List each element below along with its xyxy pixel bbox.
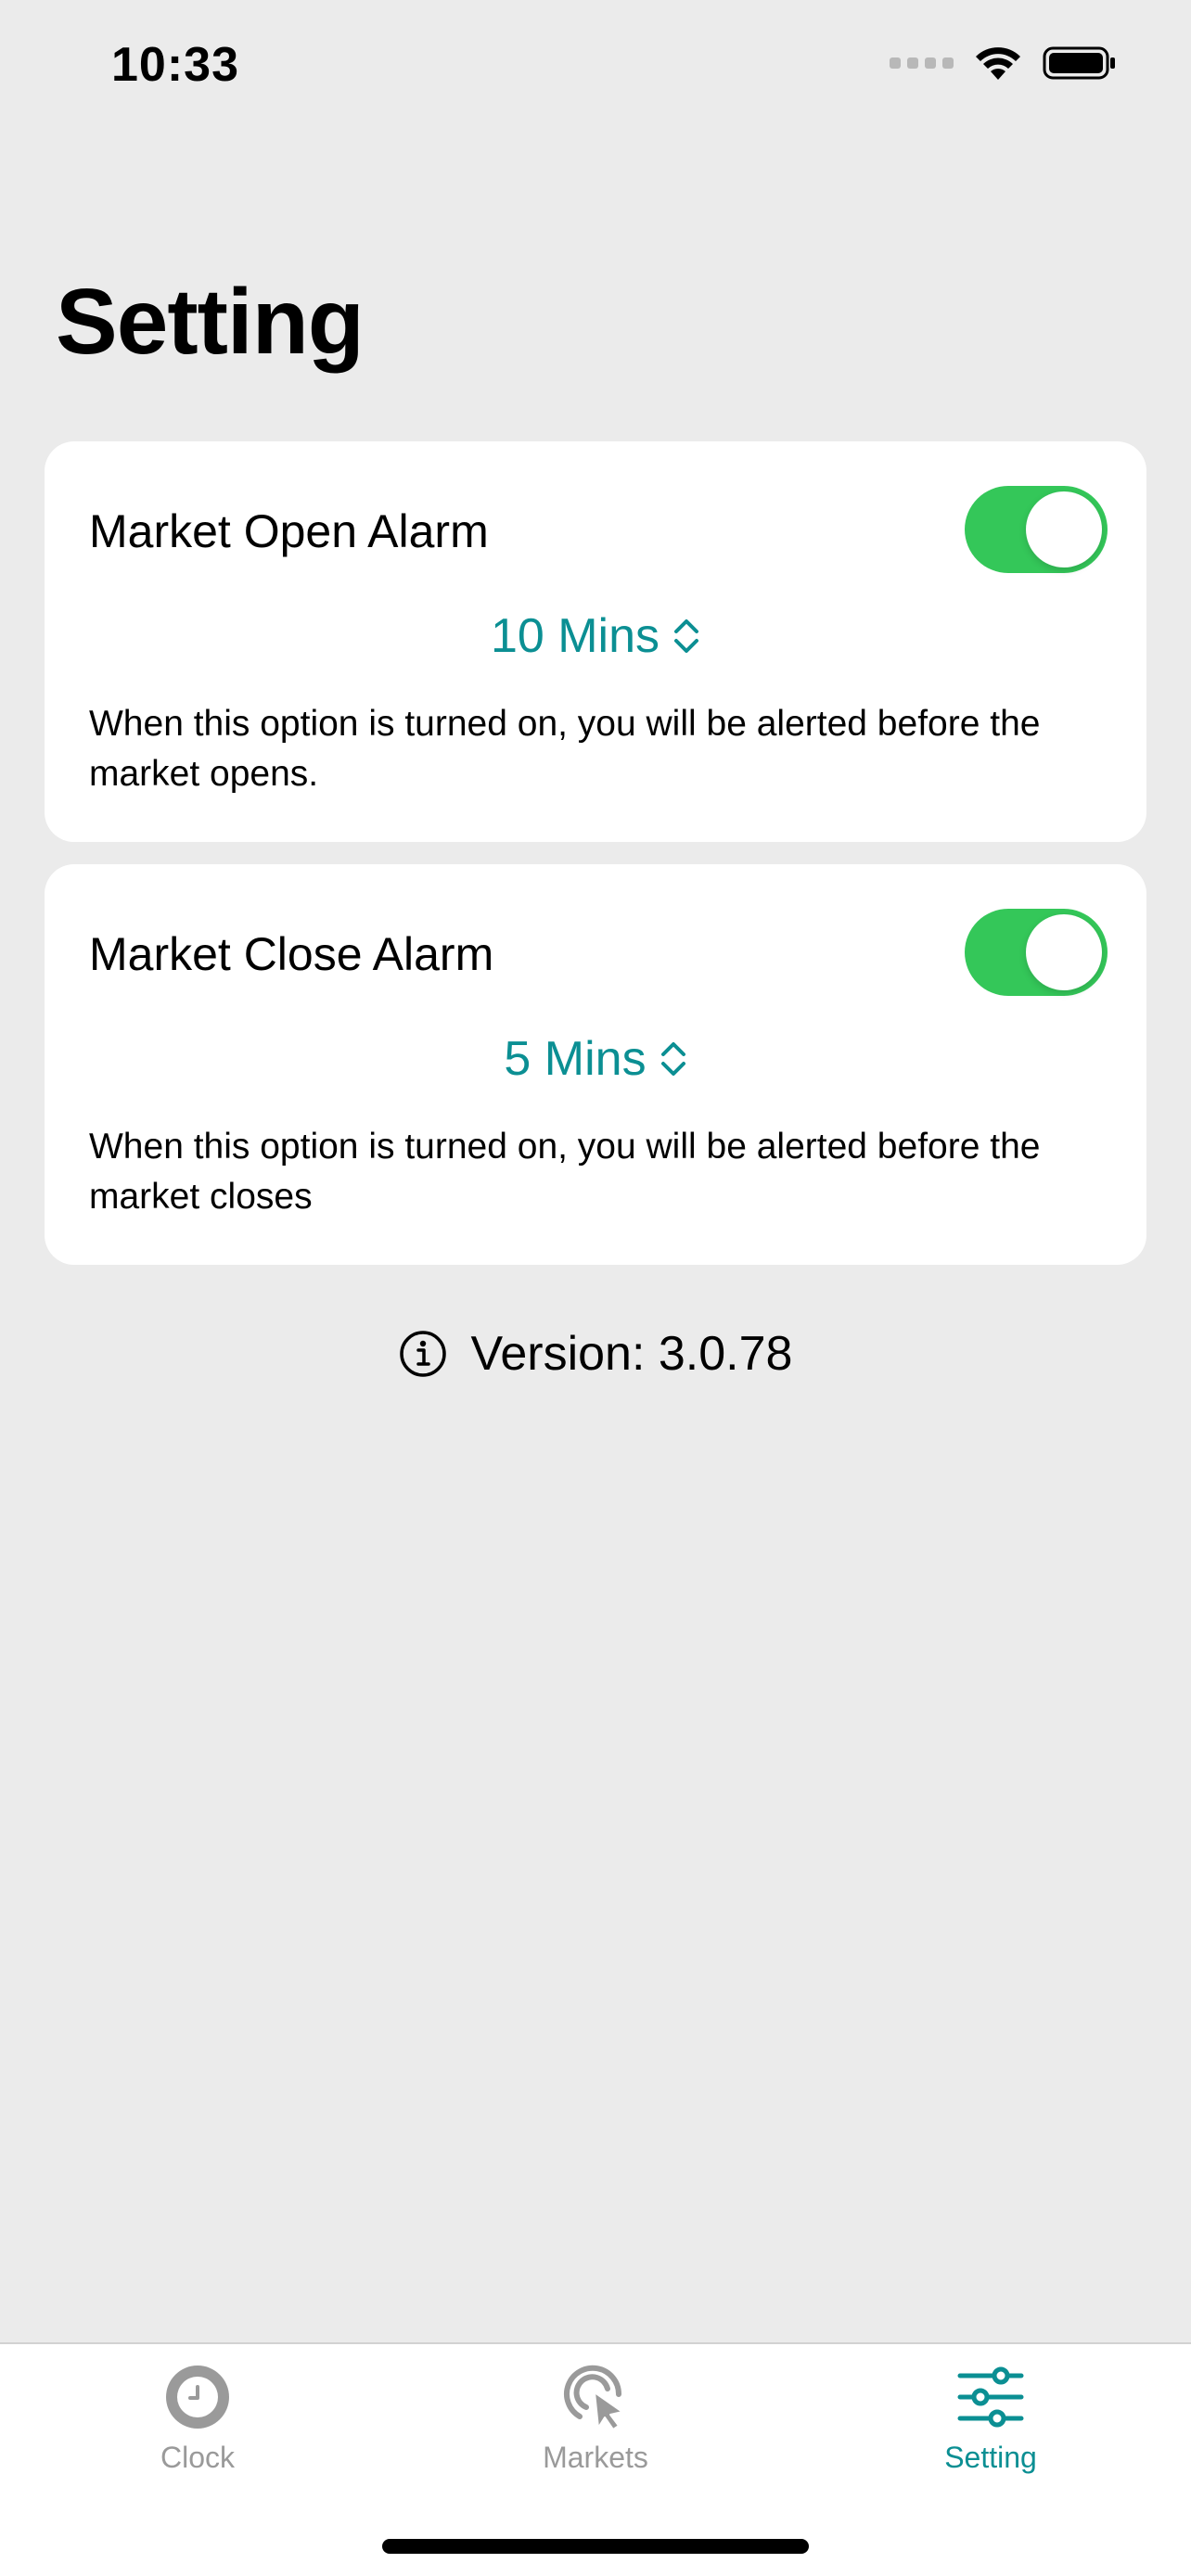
market-open-alarm-picker[interactable]: 10 Mins bbox=[45, 608, 1146, 664]
market-open-alarm-description: When this option is turned on, you will … bbox=[89, 704, 1041, 794]
settings-screen: 10:33 Setting Market Open Alarm 10 Mins … bbox=[0, 0, 1191, 2576]
sliders-icon bbox=[957, 2366, 1024, 2428]
chevron-up-down-icon bbox=[674, 619, 699, 653]
market-close-alarm-label: Market Close Alarm bbox=[89, 928, 494, 980]
signal-icon bbox=[890, 57, 954, 69]
info-icon bbox=[399, 1331, 446, 1377]
battery-icon bbox=[1043, 46, 1115, 80]
market-open-alarm-toggle[interactable] bbox=[965, 486, 1108, 573]
market-open-alarm-card: Market Open Alarm 10 Mins When this opti… bbox=[45, 441, 1146, 842]
tab-markets[interactable]: Markets bbox=[475, 2363, 716, 2475]
tab-setting[interactable]: Setting bbox=[870, 2363, 1111, 2475]
market-close-alarm-picker[interactable]: 5 Mins bbox=[45, 1031, 1146, 1087]
cursor-click-icon bbox=[564, 2365, 623, 2430]
page-title: Setting bbox=[56, 270, 365, 374]
market-close-alarm-toggle[interactable] bbox=[965, 909, 1108, 996]
toggle-knob bbox=[1026, 491, 1102, 567]
market-open-alarm-value: 10 Mins bbox=[490, 609, 660, 663]
chevron-up-down-icon bbox=[660, 1042, 685, 1076]
home-indicator bbox=[382, 2539, 809, 2554]
status-bar: 10:33 bbox=[0, 0, 1191, 139]
market-close-alarm-value: 5 Mins bbox=[504, 1032, 647, 1086]
version-info: Version: 3.0.78 bbox=[0, 1326, 1191, 1382]
tab-clock[interactable]: Clock bbox=[77, 2363, 318, 2475]
market-open-alarm-label: Market Open Alarm bbox=[89, 505, 489, 557]
clock-icon bbox=[166, 2366, 229, 2429]
status-icons bbox=[890, 45, 1117, 82]
status-time: 10:33 bbox=[111, 38, 239, 92]
tab-setting-label: Setting bbox=[944, 2441, 1037, 2474]
tab-clock-label: Clock bbox=[160, 2441, 235, 2474]
market-close-alarm-description: When this option is turned on, you will … bbox=[89, 1127, 1041, 1217]
tab-markets-label: Markets bbox=[543, 2441, 648, 2474]
wifi-icon bbox=[976, 47, 1020, 80]
toggle-knob bbox=[1026, 914, 1102, 990]
market-close-alarm-card: Market Close Alarm 5 Mins When this opti… bbox=[45, 864, 1146, 1265]
version-text: Version: 3.0.78 bbox=[470, 1327, 793, 1381]
